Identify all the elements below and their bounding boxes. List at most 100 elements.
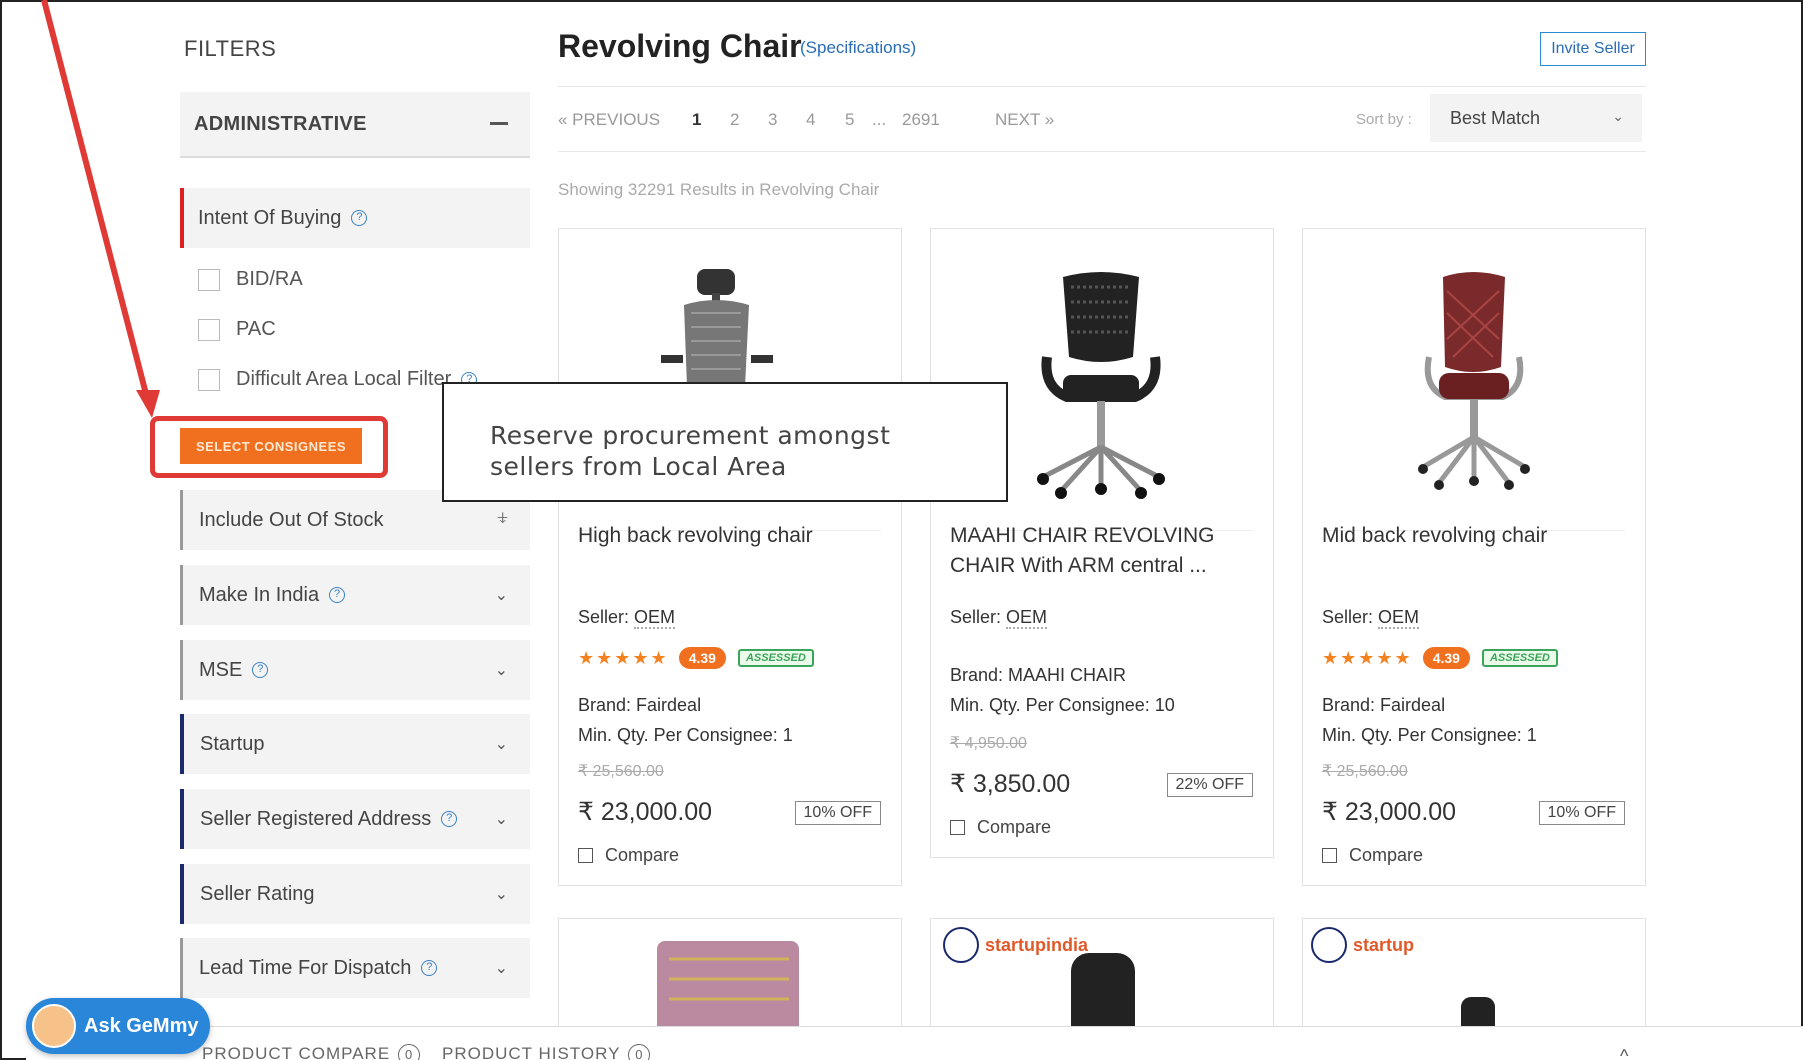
seller-label: Seller: — [578, 607, 630, 627]
administrative-label: ADMINISTRATIVE — [194, 112, 367, 135]
administrative-section[interactable]: ADMINISTRATIVE — [180, 92, 530, 158]
help-icon[interactable]: ? — [421, 960, 438, 976]
brand: Brand: Fairdeal — [578, 695, 702, 715]
filter-label: Lead Time For Dispatch — [199, 956, 412, 979]
seller-info: Seller: OEM — [578, 607, 676, 629]
page-link-last[interactable]: 2691 — [902, 110, 940, 130]
chevron-down-icon[interactable]: ⌄ — [495, 958, 508, 978]
product-history-tab[interactable]: PRODUCT HISTORY 0 — [442, 1044, 651, 1060]
page-link-1[interactable]: 1 — [692, 110, 701, 130]
annotation-arrow — [41, 0, 160, 418]
chevron-down-icon[interactable]: ⌄ — [495, 585, 508, 605]
filter-make-in-india[interactable]: Make In India? ⌄ — [180, 565, 530, 625]
chevron-down-icon[interactable]: ⌄ — [495, 660, 508, 680]
seller-name[interactable]: OEM — [1006, 607, 1048, 629]
seller-info: Seller: OEM — [950, 607, 1048, 629]
discount-badge: 10% OFF — [794, 801, 881, 825]
chair-image — [1418, 272, 1530, 490]
sort-select[interactable]: Best Match ⌄ — [1430, 94, 1642, 142]
filter-startup[interactable]: Startup ⌄ — [180, 714, 530, 774]
invite-seller-button[interactable]: Invite Seller — [1540, 32, 1646, 66]
rocket-icon — [943, 927, 979, 963]
compare-checkbox[interactable]: Compare — [1322, 845, 1423, 866]
product-card[interactable]: Mid back revolving chair Seller: OEM ★★★… — [1302, 228, 1646, 886]
tooltip: Reserve procurement amongst sellers from… — [442, 382, 1008, 502]
rating-row: ★★★★★ 4.39 ASSESSED — [1322, 647, 1558, 669]
filter-label: Seller Rating — [200, 882, 315, 905]
page-link-2[interactable]: 2 — [730, 110, 739, 130]
filter-seller-registered-address[interactable]: Seller Registered Address? ⌄ — [180, 789, 530, 849]
help-icon[interactable]: ? — [252, 662, 269, 678]
annotation-highlight-box — [150, 416, 388, 478]
sort-value: Best Match — [1450, 107, 1541, 128]
brand: Brand: Fairdeal — [1322, 695, 1446, 715]
startupindia-label: startupindia — [985, 934, 1089, 955]
filter-label: Make In India — [199, 583, 320, 606]
checkbox[interactable] — [198, 268, 220, 291]
checkbox[interactable] — [198, 318, 220, 341]
product-name[interactable]: High back revolving chair — [578, 521, 878, 551]
page-link-5[interactable]: 5 — [845, 110, 854, 130]
startup-label: startup — [1353, 934, 1415, 955]
seller-name[interactable]: OEM — [1378, 607, 1420, 629]
gemmy-avatar-icon — [32, 1004, 76, 1048]
product-name[interactable]: MAAHI CHAIR REVOLVING CHAIR With ARM cen… — [950, 521, 1250, 581]
previous-page-link[interactable]: « PREVIOUS — [558, 110, 660, 130]
star-icon: ★★★★★ — [1322, 647, 1413, 668]
intent-of-buying-header: Intent Of Buying ? — [180, 188, 530, 248]
filters-title: FILTERS — [184, 36, 277, 61]
next-page-link[interactable]: NEXT » — [995, 110, 1054, 130]
intent-of-buying-label: Intent Of Buying — [198, 206, 342, 229]
tab-label: PRODUCT HISTORY — [442, 1044, 621, 1060]
help-icon[interactable]: ? — [329, 587, 346, 603]
mrp-price: ₹ 4,950.00 — [950, 735, 1027, 752]
chevron-up-icon[interactable]: ^ — [1620, 1046, 1628, 1060]
filter-mse[interactable]: MSE? ⌄ — [180, 640, 530, 700]
checkbox-pac[interactable]: PAC — [198, 318, 276, 341]
compare-checkbox[interactable]: Compare — [578, 845, 679, 866]
count-badge: 0 — [398, 1044, 421, 1060]
product-name[interactable]: Mid back revolving chair — [1322, 521, 1622, 551]
page-link-3[interactable]: 3 — [768, 110, 777, 130]
rating-badge: 4.39 — [1422, 647, 1470, 669]
page-link-4[interactable]: 4 — [806, 110, 815, 130]
min-qty: Min. Qty. Per Consignee: 1 — [578, 725, 793, 745]
specifications-link[interactable]: (Specifications) — [800, 38, 916, 58]
chevron-down-icon[interactable]: ⌄ — [495, 884, 508, 904]
checkbox-label: BID/RA — [236, 268, 303, 290]
product-image — [657, 941, 799, 1041]
ask-gemmy-button[interactable]: Ask GeMmy — [26, 998, 210, 1054]
filter-label: Startup — [200, 732, 265, 755]
checkbox-label: Difficult Area Local Filter — [236, 368, 452, 390]
pin-icon[interactable]: ⍖ — [496, 504, 510, 532]
min-qty: Min. Qty. Per Consignee: 10 — [950, 695, 1175, 715]
price: ₹ 23,000.00 — [1322, 798, 1457, 826]
price: ₹ 3,850.00 — [950, 770, 1071, 798]
rating-row: ★★★★★ 4.39 ASSESSED — [578, 647, 814, 669]
checkbox-label: PAC — [236, 318, 276, 340]
checkbox-bid-ra[interactable]: BID/RA — [198, 268, 303, 291]
page-title: Revolving Chair — [558, 28, 802, 64]
seller-name[interactable]: OEM — [634, 607, 676, 629]
product-card[interactable]: MAAHI CHAIR REVOLVING CHAIR With ARM cen… — [930, 228, 1274, 858]
filter-seller-rating[interactable]: Seller Rating ⌄ — [180, 864, 530, 924]
product-card[interactable]: High back revolving chair Seller: OEM ★★… — [558, 228, 902, 886]
checkbox[interactable] — [1322, 848, 1337, 863]
help-icon[interactable]: ? — [441, 811, 458, 827]
checkbox-difficult-area[interactable]: Difficult Area Local Filter ? — [198, 368, 478, 391]
chevron-down-icon[interactable]: ⌄ — [495, 734, 508, 754]
filter-lead-time[interactable]: Lead Time For Dispatch? ⌄ — [180, 938, 530, 998]
checkbox[interactable] — [950, 820, 965, 835]
compare-checkbox[interactable]: Compare — [950, 817, 1051, 838]
sort-by-label: Sort by : — [1356, 111, 1412, 128]
checkbox[interactable] — [198, 368, 220, 391]
tab-label: PRODUCT COMPARE — [202, 1044, 391, 1060]
min-qty: Min. Qty. Per Consignee: 1 — [1322, 725, 1537, 745]
chevron-down-icon[interactable]: ⌄ — [495, 809, 508, 829]
checkbox[interactable] — [578, 848, 593, 863]
product-compare-tab[interactable]: PRODUCT COMPARE 0 — [202, 1044, 421, 1060]
product-image[interactable] — [1323, 247, 1625, 531]
help-icon[interactable]: ? — [351, 210, 368, 226]
compare-label: Compare — [977, 817, 1052, 837]
collapse-icon[interactable] — [490, 122, 508, 125]
